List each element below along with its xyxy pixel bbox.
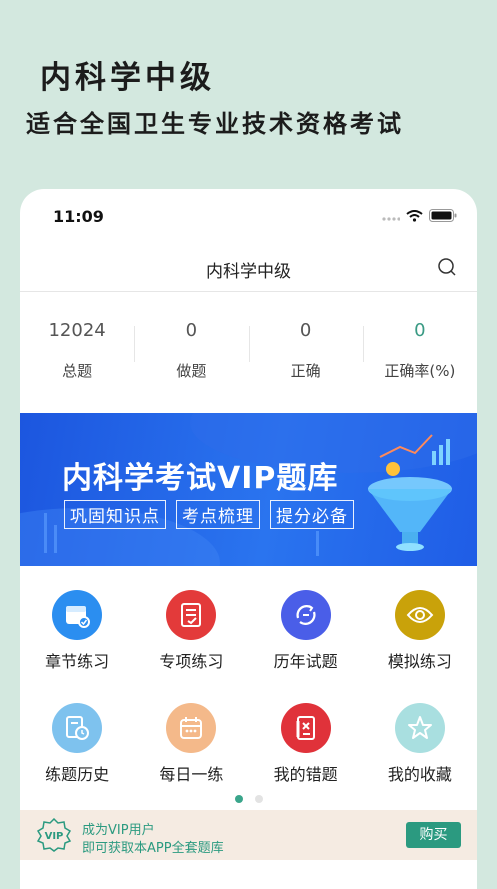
menu-chapter-practice[interactable]: 章节练习 — [20, 584, 134, 697]
menu-label: 历年试题 — [273, 652, 338, 671]
vip-promo-bar: VIP 成为VIP用户 即可获取本APP全套题库 购买 — [20, 810, 477, 860]
stat-label: 总题 — [62, 362, 93, 380]
menu-my-favorites[interactable]: 我的收藏 — [363, 697, 477, 810]
stat-value: 0 — [414, 320, 426, 341]
menu-label: 每日一练 — [159, 765, 224, 784]
phone-screen: 11:09 内科学中级 12024 总题 0 做题 0 正确 0 正确率(%) … — [20, 189, 477, 889]
search-icon[interactable] — [437, 257, 457, 277]
grid-row: 章节练习 专项练习 历年试题 模拟练习 — [20, 584, 477, 697]
menu-daily-practice[interactable]: 每日一练 — [134, 697, 248, 810]
status-bar: 11:09 — [20, 189, 477, 241]
menu-my-mistakes[interactable]: 我的错题 — [249, 697, 363, 810]
stat-value: 0 — [299, 320, 312, 341]
stat-label: 正确 — [290, 362, 321, 380]
stat-correct: 0 正确 — [248, 292, 363, 412]
menu-mock-practice[interactable]: 模拟练习 — [363, 584, 477, 697]
menu-practice-history[interactable]: 练题历史 — [20, 697, 134, 810]
status-time: 11:09 — [53, 207, 104, 226]
hero-subtitle: 适合全国卫生专业技术资格考试 — [26, 110, 404, 138]
page-dot[interactable] — [254, 795, 263, 803]
funnel-illustration — [368, 434, 452, 551]
vip-banner[interactable]: 内科学考试VIP题库 巩固知识点 考点梳理 提分必备 — [20, 413, 477, 566]
eye-icon — [394, 590, 445, 640]
battery-icon — [429, 209, 457, 222]
checklist-icon — [166, 590, 217, 640]
stat-value: 0 — [185, 320, 198, 341]
menu-label: 我的收藏 — [387, 765, 452, 784]
menu-special-practice[interactable]: 专项练习 — [134, 584, 248, 697]
menu-label: 专项练习 — [159, 652, 224, 671]
banner-tag: 巩固知识点 — [64, 500, 166, 529]
signal-icon — [382, 216, 400, 221]
menu-label: 练题历史 — [45, 765, 110, 784]
banner-tag: 提分必备 — [270, 500, 354, 529]
calendar-icon — [166, 703, 217, 753]
menu-label: 我的错题 — [273, 765, 338, 784]
stat-done: 0 做题 — [134, 292, 248, 412]
vip-badge-text: VIP — [45, 831, 64, 842]
error-book-icon — [280, 703, 331, 753]
menu-label: 章节练习 — [45, 652, 110, 671]
stat-accuracy: 0 正确率(%) — [362, 292, 477, 412]
menu-past-exams[interactable]: 历年试题 — [249, 584, 363, 697]
banner-tag: 考点梳理 — [176, 500, 260, 529]
buy-button[interactable]: 购买 — [406, 822, 461, 848]
feature-grid: 章节练习 专项练习 历年试题 模拟练习 练题历史 每日一练 我的错题 我的收藏 — [20, 584, 477, 810]
wifi-icon — [406, 209, 423, 222]
calendar-check-icon — [52, 590, 103, 640]
page-indicator[interactable] — [20, 795, 477, 803]
status-icons — [382, 209, 457, 222]
nav-bar: 内科学中级 — [20, 241, 477, 292]
document-clock-icon — [52, 703, 103, 753]
banner-title: 内科学考试VIP题库 — [62, 461, 339, 496]
hero-title: 内科学中级 — [40, 60, 215, 96]
stats-panel: 12024 总题 0 做题 0 正确 0 正确率(%) — [20, 292, 477, 412]
grid-row: 练题历史 每日一练 我的错题 我的收藏 — [20, 697, 477, 810]
page-title: 内科学中级 — [206, 262, 291, 282]
vip-promo-title: 成为VIP用户 — [82, 823, 155, 838]
vip-badge-icon: VIP — [36, 818, 72, 852]
stat-label: 正确率(%) — [384, 362, 456, 380]
star-icon — [394, 703, 445, 753]
stat-value: 12024 — [48, 320, 106, 341]
stat-label: 做题 — [176, 362, 207, 380]
history-sync-icon — [280, 590, 331, 640]
banner-tags: 巩固知识点 考点梳理 提分必备 — [64, 500, 354, 529]
menu-label: 模拟练习 — [387, 652, 452, 671]
vip-promo-desc: 即可获取本APP全套题库 — [82, 841, 224, 856]
page-dot-active[interactable] — [234, 795, 243, 803]
stat-total: 12024 总题 — [20, 292, 134, 412]
